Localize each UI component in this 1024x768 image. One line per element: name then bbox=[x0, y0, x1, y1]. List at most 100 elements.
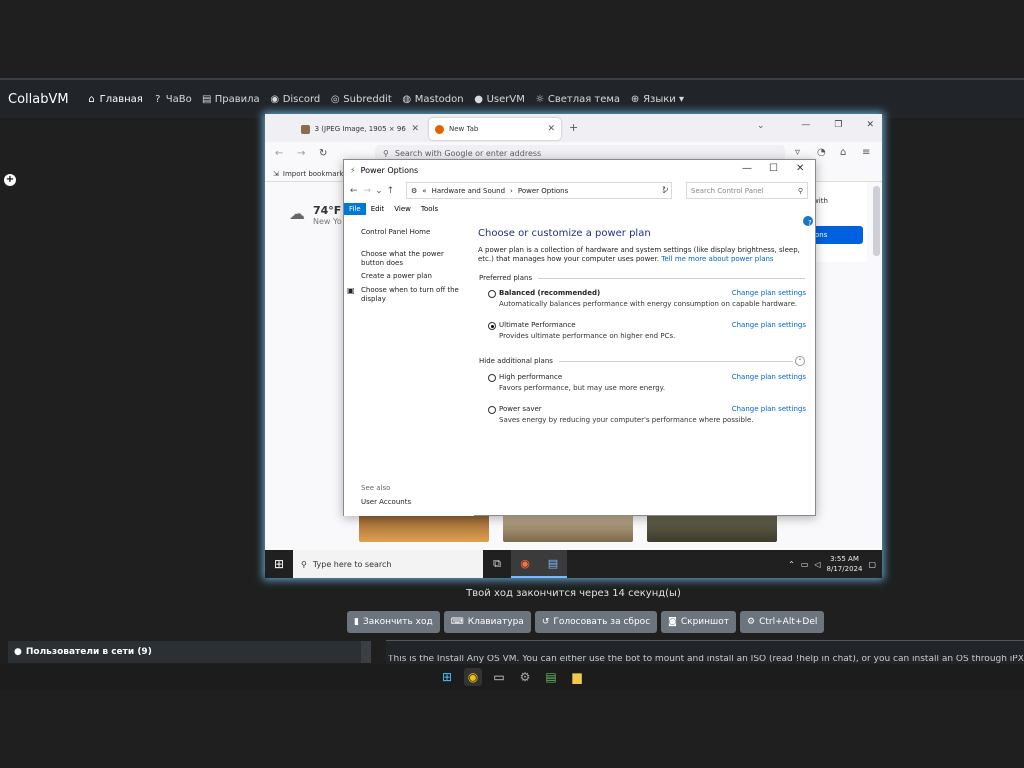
system-tray: ⌃ ▭ ◁ 3:55 AM 8/17/2024 ▢ bbox=[788, 554, 882, 574]
reload-icon[interactable]: ↻ bbox=[319, 148, 327, 159]
window-title: Power Options bbox=[360, 165, 419, 175]
chrome-icon[interactable]: ◉ bbox=[464, 668, 482, 686]
nav-faq[interactable]: ? ЧаВо bbox=[153, 94, 192, 105]
story-thumbnail[interactable] bbox=[647, 512, 777, 542]
change-plan-settings-link[interactable]: Change plan settings bbox=[732, 289, 806, 297]
breadcrumb[interactable]: ⚙ « Hardware and Sound › Power Options ⌄ bbox=[406, 182, 672, 199]
left-pane: Control Panel Home Choose what the power… bbox=[344, 216, 474, 516]
task-view-icon[interactable]: ⧉ bbox=[483, 550, 511, 578]
turn-off-display-link[interactable]: Choose when to turn off the display bbox=[361, 286, 469, 304]
tab-close-icon[interactable]: ✕ bbox=[547, 124, 555, 134]
power-button-link[interactable]: Choose what the power button does bbox=[361, 250, 469, 268]
vm-screen[interactable]: 3 (JPEG Image, 1905 × 967 pixels) ✕ New … bbox=[265, 114, 882, 578]
terminal-icon[interactable]: ▭ bbox=[490, 668, 508, 686]
volume-icon[interactable]: ◁ bbox=[814, 560, 820, 569]
minimize-icon[interactable]: — bbox=[801, 120, 810, 130]
windows-start-icon[interactable]: ⊞ bbox=[265, 557, 293, 571]
search-icon: ⚲ bbox=[797, 186, 803, 195]
plan-name[interactable]: Balanced (recommended) bbox=[499, 289, 600, 297]
hide-additional-plans-header[interactable]: Hide additional plans ⌃ bbox=[479, 356, 805, 366]
network-icon[interactable]: ▭ bbox=[801, 560, 809, 569]
users-scrollbar[interactable] bbox=[361, 641, 371, 663]
change-plan-settings-link[interactable]: Change plan settings bbox=[732, 321, 806, 329]
notifications-icon[interactable]: ▢ bbox=[868, 560, 876, 569]
tab-jpeg-image[interactable]: 3 (JPEG Image, 1905 × 967 pixels) ✕ bbox=[295, 118, 425, 140]
end-turn-button[interactable]: ▮ Закончить ход bbox=[347, 611, 440, 633]
change-plan-settings-link[interactable]: Change plan settings bbox=[732, 373, 806, 381]
nav-languages[interactable]: ⊕ Языки ▾ bbox=[630, 94, 684, 105]
page-scrollbar[interactable] bbox=[873, 186, 880, 256]
back-arrow-icon[interactable]: ← bbox=[350, 186, 358, 196]
tray-chevron-icon[interactable]: ⌃ bbox=[788, 560, 795, 569]
keyboard-button[interactable]: ⌨ Клавиатура bbox=[443, 611, 531, 633]
up-arrow-icon[interactable]: ↑ bbox=[387, 186, 395, 196]
windows-start-icon[interactable]: ⊞ bbox=[438, 668, 456, 686]
nav-rules[interactable]: ▤ Правила bbox=[202, 94, 260, 105]
close-icon[interactable]: ✕ bbox=[796, 163, 804, 174]
list-tabs-chevron-icon[interactable]: ⌄ bbox=[757, 121, 765, 131]
plan-radio[interactable] bbox=[488, 290, 496, 298]
menu-file[interactable]: File bbox=[344, 203, 366, 215]
taskbar-search-box[interactable]: ⚲ Type here to search bbox=[293, 550, 483, 578]
search-control-panel-input[interactable]: Search Control Panel ⚲ bbox=[686, 182, 808, 199]
plan-radio[interactable] bbox=[488, 374, 496, 382]
taskbar-clock[interactable]: 3:55 AM 8/17/2024 bbox=[827, 554, 863, 574]
plan-radio[interactable] bbox=[488, 406, 496, 414]
pocket-icon[interactable]: ▿ bbox=[795, 147, 800, 158]
minimize-icon[interactable]: — bbox=[742, 163, 752, 174]
account-icon[interactable]: ◔ bbox=[817, 147, 826, 158]
tab-close-icon[interactable]: ✕ bbox=[411, 124, 419, 134]
nav-subreddit[interactable]: ◎ Subreddit bbox=[330, 93, 392, 105]
refresh-icon[interactable]: ↻ bbox=[662, 185, 669, 194]
back-arrow-icon[interactable]: ← bbox=[275, 148, 283, 159]
user-accounts-link[interactable]: User Accounts bbox=[361, 498, 469, 507]
create-plan-link[interactable]: Create a power plan bbox=[361, 272, 469, 281]
plan-name[interactable]: Power saver bbox=[499, 405, 542, 413]
recent-chevron-icon[interactable]: ⌄ bbox=[375, 186, 383, 196]
control-panel-home-link[interactable]: Control Panel Home bbox=[361, 228, 469, 237]
story-thumbnail[interactable] bbox=[503, 512, 633, 542]
maximize-icon[interactable]: ☐ bbox=[769, 163, 778, 174]
nav-home[interactable]: ⌂ Главная bbox=[87, 94, 142, 105]
maximize-icon[interactable]: ❐ bbox=[834, 120, 842, 130]
tell-me-more-link[interactable]: Tell me more about power plans bbox=[661, 255, 773, 263]
menu-tools[interactable]: Tools bbox=[416, 203, 443, 215]
breadcrumb-power-options[interactable]: Power Options bbox=[518, 187, 568, 195]
screenshot-button[interactable]: ◙ Скриншот bbox=[661, 611, 737, 633]
story-thumbnail[interactable] bbox=[359, 512, 489, 542]
menu-edit[interactable]: Edit bbox=[366, 203, 390, 215]
nav-light-theme[interactable]: ☼ Светлая тема bbox=[535, 94, 620, 105]
extensions-icon[interactable]: ⌂ bbox=[840, 147, 846, 158]
file-explorer-icon[interactable]: ▆ bbox=[568, 668, 586, 686]
ctrl-alt-del-button[interactable]: ⚙ Ctrl+Alt+Del bbox=[740, 611, 825, 633]
see-also-label: See also bbox=[361, 484, 391, 492]
stop-icon: ▮ bbox=[354, 617, 359, 627]
weather-widget[interactable]: ☁ 74°F New Yo bbox=[289, 204, 342, 226]
brand-logo[interactable]: CollabVM bbox=[8, 92, 69, 107]
control-panel-taskbar-icon[interactable]: ▤ bbox=[539, 550, 567, 578]
tab-new-tab[interactable]: New Tab ✕ bbox=[429, 118, 561, 140]
change-plan-settings-link[interactable]: Change plan settings bbox=[732, 405, 806, 413]
import-icon: ⇲ bbox=[273, 169, 279, 178]
sheet-app-icon[interactable]: ▤ bbox=[542, 668, 560, 686]
plan-name[interactable]: High performance bbox=[499, 373, 562, 381]
vote-reset-button[interactable]: ↺ Голосовать за сброс bbox=[534, 611, 658, 633]
nav-uservm[interactable]: ● UserVM bbox=[474, 94, 525, 105]
reddit-icon: ◎ bbox=[330, 93, 340, 105]
hamburger-menu-icon[interactable]: ≡ bbox=[862, 147, 870, 158]
nav-discord[interactable]: ◉ Discord bbox=[270, 94, 320, 105]
settings-gear-icon[interactable]: ⚙ bbox=[516, 668, 534, 686]
breadcrumb-hardware-sound[interactable]: Hardware and Sound bbox=[432, 187, 505, 195]
new-tab-plus-icon[interactable]: + bbox=[569, 121, 578, 134]
plan-radio[interactable] bbox=[488, 322, 496, 330]
firefox-taskbar-icon[interactable]: ◉ bbox=[511, 550, 539, 578]
forward-arrow-icon[interactable]: → bbox=[297, 148, 305, 159]
forward-arrow-icon[interactable]: → bbox=[364, 186, 372, 196]
plan-name[interactable]: Ultimate Performance bbox=[499, 321, 576, 329]
nav-mastodon[interactable]: ◍ Mastodon bbox=[402, 94, 463, 105]
close-icon[interactable]: ✕ bbox=[866, 120, 874, 130]
menu-view[interactable]: View bbox=[389, 203, 416, 215]
online-users-header[interactable]: ● Пользователи в сети (9) bbox=[8, 641, 371, 663]
collapse-chevron-icon[interactable]: ⌃ bbox=[795, 356, 805, 366]
globe-icon: ⊕ bbox=[630, 93, 640, 105]
